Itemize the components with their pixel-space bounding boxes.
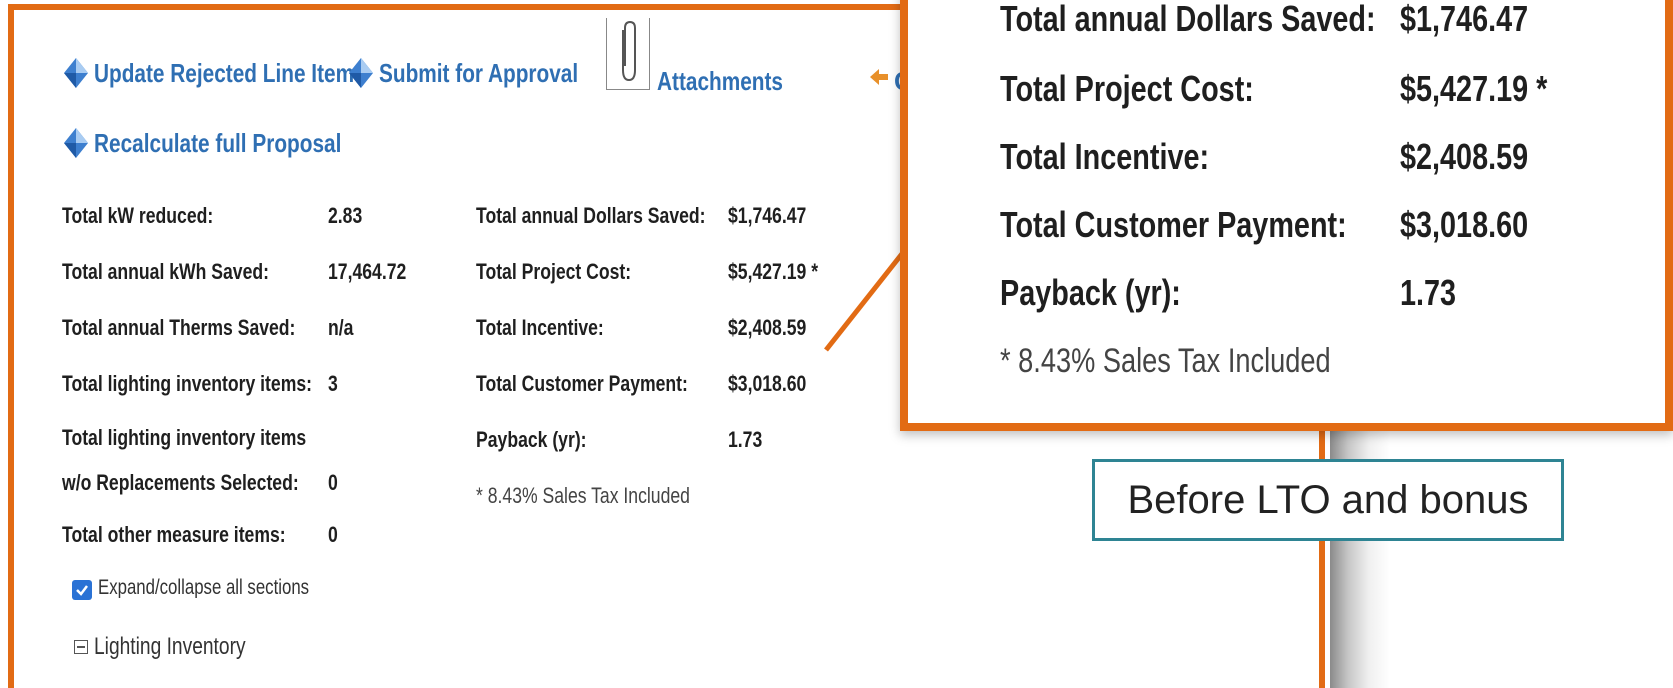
summary-label: Total lighting inventory items: [62, 425, 307, 450]
zoom-label: Total Project Cost:: [1000, 68, 1254, 109]
summary-value: 17,464.72: [328, 259, 407, 284]
expand-collapse-checkbox[interactable]: [72, 580, 92, 600]
recalculate-label: Recalculate full Proposal: [94, 127, 342, 158]
zoom-value: $3,018.60: [1400, 204, 1529, 245]
submit-for-approval-link[interactable]: Submit for Approval: [347, 56, 628, 90]
summary-label: Payback (yr):: [476, 427, 587, 452]
summary-value: $3,018.60: [728, 371, 807, 396]
summary-label: Total annual kWh Saved:: [62, 259, 269, 284]
tax-note: * 8.43% Sales Tax Included: [476, 483, 690, 508]
summary-label: Total annual Dollars Saved:: [476, 203, 706, 228]
back-arrow-icon[interactable]: [868, 66, 890, 88]
summary-value: 3: [328, 371, 338, 396]
attachments-link[interactable]: Attachments: [657, 66, 814, 97]
paperclip-icon[interactable]: [606, 18, 650, 90]
zoom-value: $2,408.59: [1400, 136, 1529, 177]
zoom-label: Payback (yr):: [1000, 272, 1181, 313]
collapse-icon[interactable]: [74, 640, 88, 654]
zoom-label: Total Incentive:: [1000, 136, 1210, 177]
summary-label-continued: w/o Replacements Selected:: [62, 470, 299, 495]
submit-for-approval-label: Submit for Approval: [379, 57, 579, 88]
zoom-value: 1.73: [1400, 272, 1457, 313]
summary-label: Total annual Therms Saved:: [62, 315, 296, 340]
summary-value: $2,408.59: [728, 315, 807, 340]
summary-value: 0: [328, 470, 338, 495]
caption-text: Before LTO and bonus: [1127, 477, 1529, 522]
lighting-inventory-section[interactable]: Lighting Inventory: [94, 633, 283, 661]
diamond-icon: [64, 58, 88, 88]
summary-label: Total other measure items:: [62, 522, 286, 547]
zoom-tax-note: * 8.43% Sales Tax Included: [1000, 342, 1331, 380]
checkmark-icon: [76, 585, 88, 596]
summary-label: Total Incentive:: [476, 315, 604, 340]
expand-collapse-label[interactable]: Expand/collapse all sections: [98, 576, 362, 598]
summary-label: Total kW reduced:: [62, 203, 214, 228]
zoom-label: Total Customer Payment:: [1000, 204, 1347, 245]
zoom-value: $1,746.47: [1400, 0, 1529, 39]
summary-value: $1,746.47: [728, 203, 807, 228]
diamond-icon: [349, 58, 373, 88]
caption-box: Before LTO and bonus: [1092, 459, 1564, 541]
recalculate-proposal-link[interactable]: Recalculate full Proposal: [62, 126, 403, 160]
summary-value: 0: [328, 522, 338, 547]
summary-value: $5,427.19 *: [728, 259, 819, 284]
diamond-icon: [64, 128, 88, 158]
summary-label: Total Customer Payment:: [476, 371, 688, 396]
summary-value: n/a: [328, 315, 354, 340]
summary-label: Total Project Cost:: [476, 259, 632, 284]
attachments-label: Attachments: [657, 66, 783, 96]
update-rejected-label: Update Rejected Line Items: [94, 57, 366, 88]
summary-value: 2.83: [328, 203, 363, 228]
zoom-value: $5,427.19 *: [1400, 68, 1548, 109]
summary-value: 1.73: [728, 427, 763, 452]
zoom-callout: Total annual Dollars Saved: $1,746.47 To…: [900, 0, 1673, 431]
